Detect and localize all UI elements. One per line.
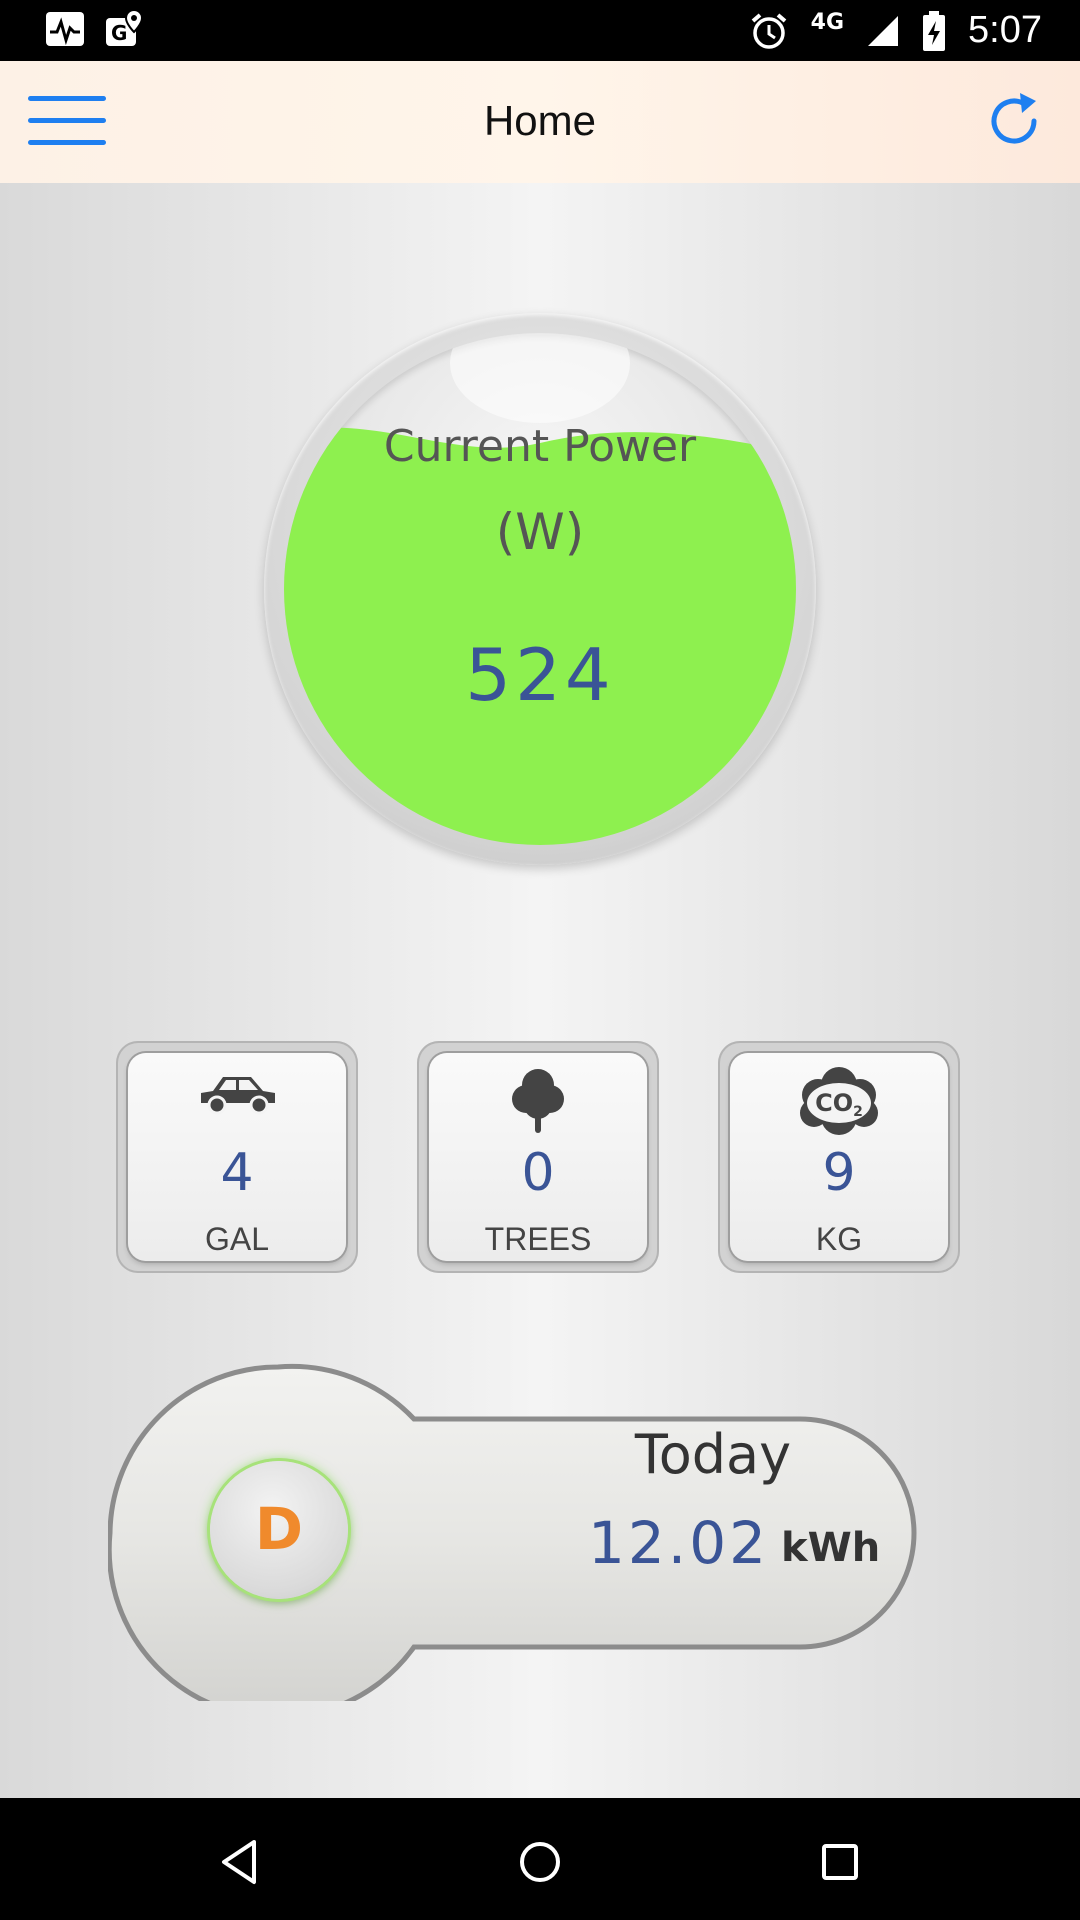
today-energy-value: 12.02 xyxy=(588,1509,770,1577)
gauge-unit: (W) xyxy=(495,503,585,561)
tree-icon xyxy=(429,1063,647,1143)
gauge-face: Current Power (W) 524 xyxy=(284,333,796,845)
refresh-icon[interactable] xyxy=(984,91,1044,151)
trees-tile: 0 TREES xyxy=(417,1041,659,1273)
trees-value: 0 xyxy=(521,1143,555,1203)
today-energy-unit: kWh xyxy=(781,1525,881,1571)
gas-savings-value: 4 xyxy=(220,1143,254,1203)
status-time: 5:07 xyxy=(968,9,1042,51)
car-icon xyxy=(128,1063,346,1143)
gas-savings-tile: 4 GAL xyxy=(116,1041,358,1273)
tile-face: 4 GAL xyxy=(128,1053,346,1261)
status-bar: G 4G 5:07 xyxy=(0,0,1080,61)
home-icon[interactable] xyxy=(512,1834,568,1890)
signal-icon xyxy=(868,15,899,46)
alarm-icon xyxy=(751,12,786,49)
gas-savings-label: GAL xyxy=(204,1221,270,1257)
network-type-label: 4G xyxy=(810,10,845,35)
co2-label: KG xyxy=(815,1221,863,1257)
current-power-value: 524 xyxy=(465,633,615,717)
gauge-title: Current Power xyxy=(383,421,697,472)
notification-icons: G xyxy=(44,8,146,50)
current-power-gauge: Current Power (W) 524 xyxy=(264,313,816,865)
page-title: Home xyxy=(483,97,597,144)
svg-text:G: G xyxy=(111,21,127,45)
back-icon[interactable] xyxy=(212,1834,268,1890)
tile-face: CO2 9 KG xyxy=(730,1053,948,1261)
today-energy-panel: D Today 12.02 kWh xyxy=(108,1361,970,1701)
co2-value: 9 xyxy=(822,1143,856,1203)
period-label: D xyxy=(254,1495,304,1563)
trees-label: TREES xyxy=(484,1221,592,1257)
app-bar: Home xyxy=(0,61,1080,183)
recents-icon[interactable] xyxy=(812,1834,868,1890)
today-label: Today xyxy=(634,1423,792,1486)
period-selector-button[interactable]: D xyxy=(210,1461,348,1599)
system-navigation-bar xyxy=(0,1798,1080,1920)
maps-notification-icon: G xyxy=(106,8,144,46)
co2-cloud-icon: CO2 xyxy=(730,1063,948,1143)
battery-charging-icon xyxy=(923,10,946,51)
co2-tile: CO2 9 KG xyxy=(718,1041,960,1273)
tile-face: 0 TREES xyxy=(429,1053,647,1261)
system-status: 4G 5:07 xyxy=(749,0,1042,61)
main-content: Current Power (W) 524 4 GAL 0 TREES CO2 … xyxy=(0,183,1080,1798)
activity-notification-icon xyxy=(46,12,84,46)
gauge-liquid-fill xyxy=(284,333,796,845)
